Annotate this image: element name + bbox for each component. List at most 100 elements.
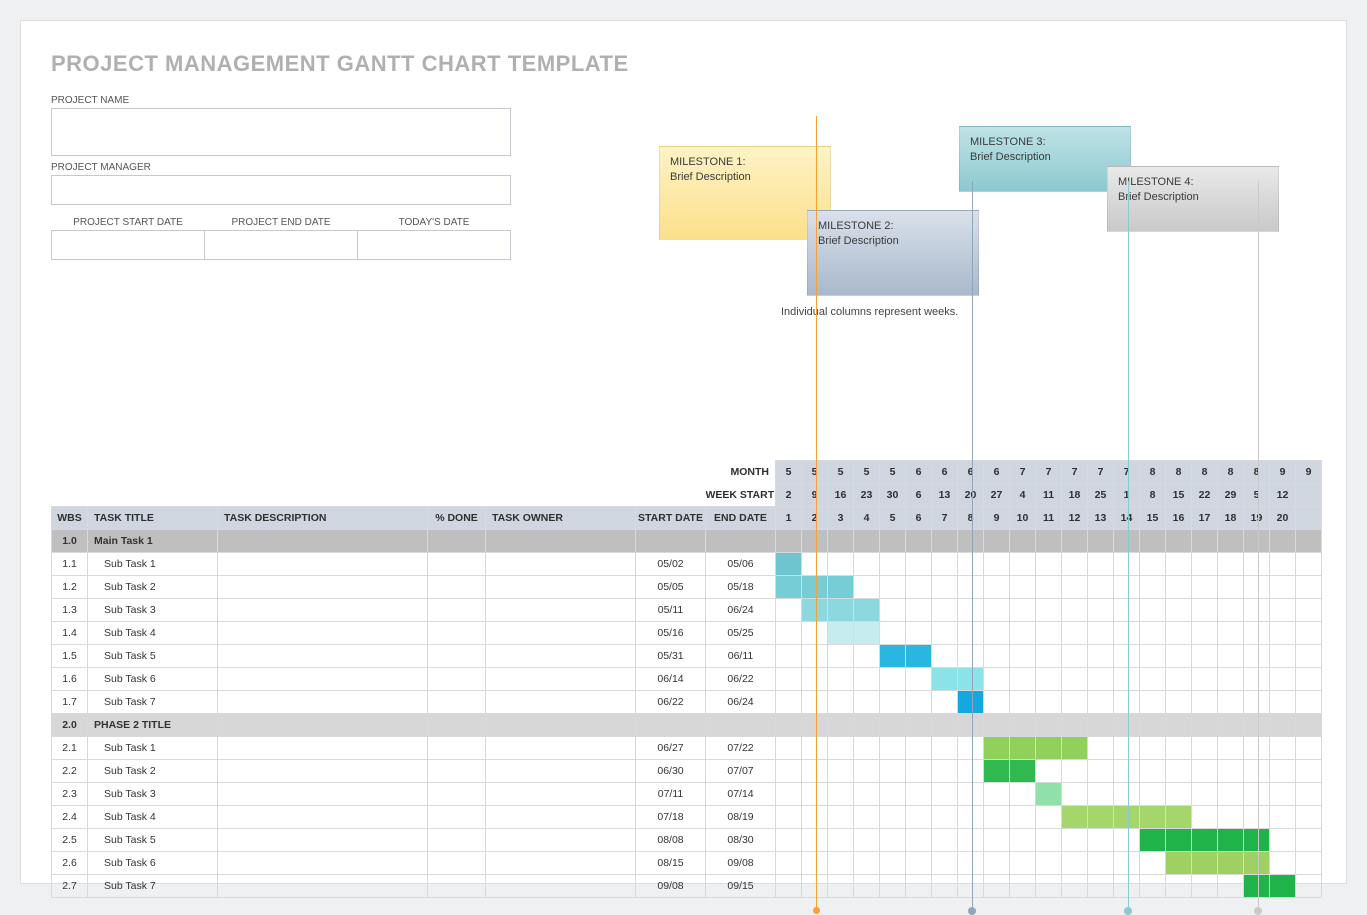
pct-done-cell[interactable] — [428, 553, 486, 576]
pct-done-cell[interactable] — [428, 783, 486, 806]
gantt-cell[interactable] — [1036, 783, 1062, 806]
task-title-cell[interactable]: Sub Task 7 — [88, 691, 218, 714]
pct-done-cell[interactable] — [428, 645, 486, 668]
gantt-cell[interactable] — [1244, 599, 1270, 622]
gantt-cell[interactable] — [984, 599, 1010, 622]
start-date-cell[interactable]: 05/16 — [636, 622, 706, 645]
gantt-cell[interactable] — [1270, 576, 1296, 599]
gantt-cell[interactable] — [1088, 668, 1114, 691]
gantt-cell[interactable] — [1140, 622, 1166, 645]
gantt-cell[interactable] — [1218, 645, 1244, 668]
gantt-cell[interactable] — [776, 668, 802, 691]
gantt-cell[interactable] — [1244, 829, 1270, 852]
task-desc-cell[interactable] — [218, 599, 428, 622]
gantt-cell[interactable] — [776, 691, 802, 714]
gantt-cell[interactable] — [1140, 668, 1166, 691]
gantt-cell[interactable] — [1010, 599, 1036, 622]
gantt-cell[interactable] — [1140, 553, 1166, 576]
gantt-cell[interactable] — [1010, 783, 1036, 806]
gantt-cell[interactable] — [828, 668, 854, 691]
gantt-cell[interactable] — [802, 668, 828, 691]
gantt-cell[interactable] — [1062, 645, 1088, 668]
gantt-cell[interactable] — [932, 553, 958, 576]
gantt-cell[interactable] — [1088, 691, 1114, 714]
gantt-cell[interactable] — [1114, 668, 1140, 691]
gantt-cell[interactable] — [1114, 645, 1140, 668]
task-desc-cell[interactable] — [218, 875, 428, 898]
gantt-cell[interactable] — [958, 622, 984, 645]
gantt-cell[interactable] — [1192, 783, 1218, 806]
gantt-cell[interactable] — [880, 852, 906, 875]
gantt-cell[interactable] — [1088, 806, 1114, 829]
gantt-cell[interactable] — [1036, 530, 1062, 553]
gantt-cell[interactable] — [854, 530, 880, 553]
gantt-cell[interactable] — [1036, 806, 1062, 829]
pct-done-cell[interactable] — [428, 714, 486, 737]
task-desc-cell[interactable] — [218, 645, 428, 668]
gantt-cell[interactable] — [1166, 714, 1192, 737]
gantt-cell[interactable] — [854, 622, 880, 645]
gantt-cell[interactable] — [984, 530, 1010, 553]
gantt-cell[interactable] — [1088, 622, 1114, 645]
gantt-cell[interactable] — [1088, 875, 1114, 898]
gantt-cell[interactable] — [932, 530, 958, 553]
gantt-cell[interactable] — [1296, 852, 1322, 875]
gantt-cell[interactable] — [1140, 783, 1166, 806]
gantt-cell[interactable] — [828, 553, 854, 576]
gantt-cell[interactable] — [1062, 622, 1088, 645]
gantt-cell[interactable] — [932, 875, 958, 898]
gantt-cell[interactable] — [1114, 760, 1140, 783]
end-date-cell[interactable]: 08/30 — [706, 829, 776, 852]
gantt-cell[interactable] — [1166, 668, 1192, 691]
start-date-cell[interactable]: 06/27 — [636, 737, 706, 760]
gantt-cell[interactable] — [1244, 622, 1270, 645]
gantt-cell[interactable] — [1140, 852, 1166, 875]
gantt-cell[interactable] — [932, 760, 958, 783]
task-desc-cell[interactable] — [218, 829, 428, 852]
gantt-cell[interactable] — [828, 599, 854, 622]
task-owner-cell[interactable] — [486, 645, 636, 668]
end-date-cell[interactable]: 05/25 — [706, 622, 776, 645]
gantt-cell[interactable] — [1270, 668, 1296, 691]
gantt-cell[interactable] — [1270, 875, 1296, 898]
end-date-cell[interactable]: 06/24 — [706, 691, 776, 714]
task-owner-cell[interactable] — [486, 714, 636, 737]
gantt-cell[interactable] — [880, 599, 906, 622]
gantt-cell[interactable] — [1192, 668, 1218, 691]
start-date-cell[interactable]: 05/31 — [636, 645, 706, 668]
pct-done-cell[interactable] — [428, 576, 486, 599]
gantt-cell[interactable] — [1036, 668, 1062, 691]
gantt-cell[interactable] — [1270, 691, 1296, 714]
gantt-cell[interactable] — [880, 691, 906, 714]
gantt-cell[interactable] — [1010, 829, 1036, 852]
end-date-cell[interactable]: 09/15 — [706, 875, 776, 898]
gantt-cell[interactable] — [958, 599, 984, 622]
gantt-cell[interactable] — [1036, 829, 1062, 852]
gantt-cell[interactable] — [802, 530, 828, 553]
milestone-box-3[interactable]: MILESTONE 3:Brief Description — [959, 126, 1131, 192]
gantt-cell[interactable] — [1244, 530, 1270, 553]
gantt-cell[interactable] — [1192, 622, 1218, 645]
gantt-cell[interactable] — [1036, 576, 1062, 599]
gantt-cell[interactable] — [932, 645, 958, 668]
task-desc-cell[interactable] — [218, 530, 428, 553]
end-date-cell[interactable]: 07/07 — [706, 760, 776, 783]
pct-done-cell[interactable] — [428, 668, 486, 691]
gantt-cell[interactable] — [802, 806, 828, 829]
gantt-cell[interactable] — [1296, 576, 1322, 599]
gantt-cell[interactable] — [1114, 599, 1140, 622]
gantt-cell[interactable] — [1140, 714, 1166, 737]
gantt-cell[interactable] — [1088, 829, 1114, 852]
gantt-cell[interactable] — [906, 760, 932, 783]
task-title-cell[interactable]: Sub Task 6 — [88, 852, 218, 875]
gantt-cell[interactable] — [984, 875, 1010, 898]
gantt-cell[interactable] — [828, 806, 854, 829]
gantt-cell[interactable] — [1062, 829, 1088, 852]
gantt-cell[interactable] — [880, 622, 906, 645]
gantt-cell[interactable] — [880, 760, 906, 783]
task-owner-cell[interactable] — [486, 668, 636, 691]
gantt-cell[interactable] — [1036, 645, 1062, 668]
gantt-cell[interactable] — [1166, 783, 1192, 806]
gantt-cell[interactable] — [1114, 783, 1140, 806]
gantt-cell[interactable] — [932, 576, 958, 599]
